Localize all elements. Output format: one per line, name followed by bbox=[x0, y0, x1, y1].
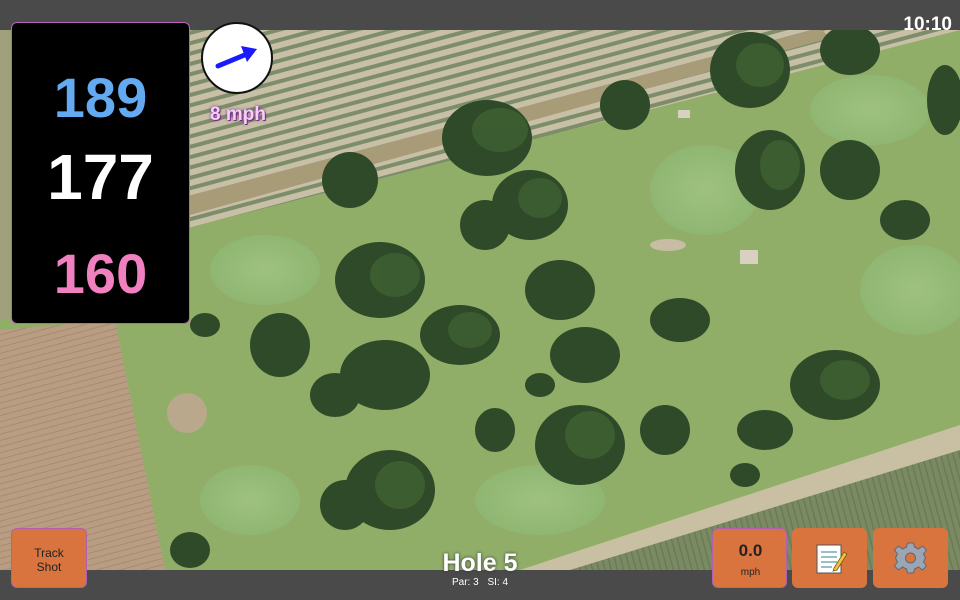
speed-button[interactable]: 0.0 mph bbox=[712, 528, 787, 588]
speed-unit: mph bbox=[740, 567, 761, 578]
notes-button[interactable] bbox=[792, 528, 867, 588]
speed-value: 0.0 bbox=[738, 541, 763, 560]
hole-title: Hole 5 bbox=[442, 549, 518, 577]
middle-yardage: 177 bbox=[47, 141, 154, 213]
front-yardage: 160 bbox=[53, 242, 148, 305]
track-shot-label-line2: Shot bbox=[36, 560, 62, 574]
hole-details: Par: 3 SI: 4 bbox=[380, 577, 580, 588]
yardage-panel: 189 177 160 bbox=[11, 22, 190, 324]
stroke-index-label: SI: 4 bbox=[487, 577, 509, 588]
back-yardage: 189 bbox=[53, 66, 148, 129]
wind-indicator bbox=[201, 22, 273, 94]
track-shot-button[interactable]: Track Shot bbox=[11, 528, 87, 588]
gear-icon bbox=[893, 542, 928, 574]
par-label: Par: 3 bbox=[451, 577, 479, 588]
settings-button[interactable] bbox=[873, 528, 948, 588]
track-shot-label-line1: Track bbox=[34, 546, 64, 560]
wind-speed: 8 mph bbox=[210, 104, 266, 125]
arrow-icon bbox=[215, 46, 257, 69]
notes-icon bbox=[816, 544, 848, 574]
